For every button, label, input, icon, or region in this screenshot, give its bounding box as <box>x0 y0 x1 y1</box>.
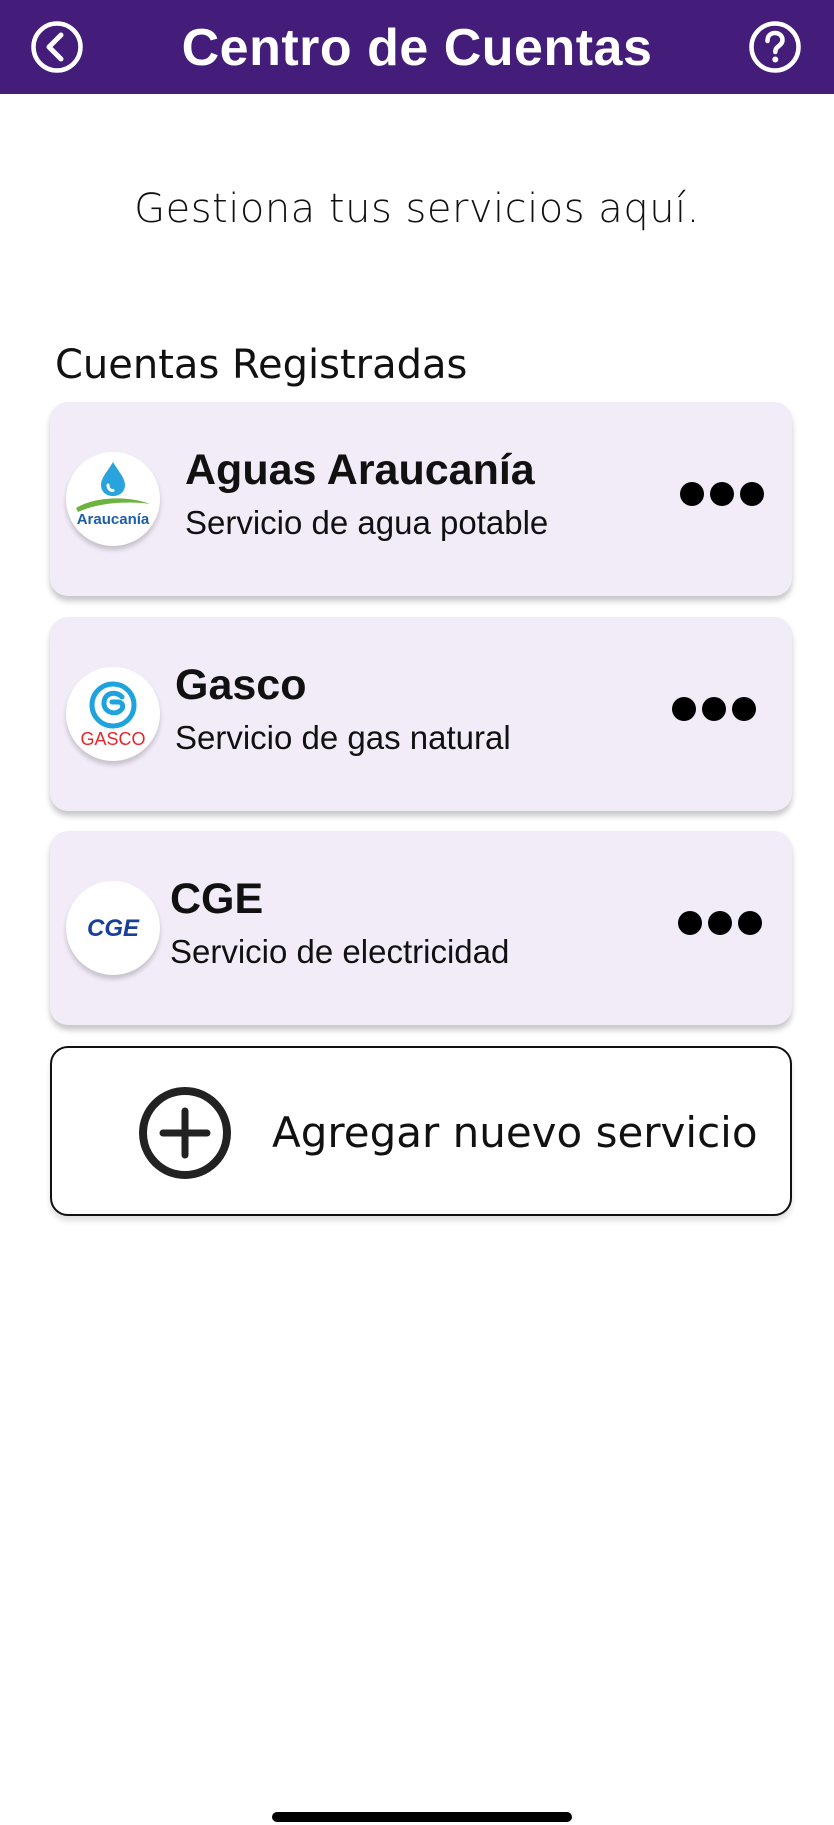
account-card-aguas-araucania[interactable]: Araucanía Aguas Araucanía Servicio de ag… <box>50 402 792 596</box>
account-name: Aguas Araucanía <box>185 446 535 494</box>
more-options-button[interactable] <box>672 697 756 721</box>
more-dot-icon <box>680 482 704 506</box>
more-dot-icon <box>678 911 702 935</box>
account-name: Gasco <box>175 661 307 709</box>
gasco-logo: GASCO <box>66 667 160 761</box>
water-drop-icon: Araucanía <box>76 462 150 528</box>
more-dot-icon <box>702 697 726 721</box>
page-title: Centro de Cuentas <box>181 19 653 77</box>
account-description: Servicio de gas natural <box>175 719 511 756</box>
more-options-button[interactable] <box>680 482 764 506</box>
add-service-label: Agregar nuevo servicio <box>272 1108 758 1157</box>
question-icon <box>749 21 801 73</box>
page-subtitle: Gestiona tus servicios aquí. <box>134 186 700 232</box>
more-dot-icon <box>672 697 696 721</box>
home-indicator[interactable] <box>272 1812 572 1822</box>
account-name: CGE <box>170 875 264 923</box>
app-header: Centro de Cuentas <box>0 0 834 94</box>
plus-circle-icon <box>138 1086 232 1185</box>
section-title: Cuentas Registradas <box>55 342 468 388</box>
account-card-cge[interactable]: CGE CGE Servicio de electricidad <box>50 831 792 1025</box>
account-description: Servicio de agua potable <box>185 504 549 541</box>
account-card-gasco[interactable]: GASCO Gasco Servicio de gas natural <box>50 617 792 811</box>
gasco-logo-text: GASCO <box>80 729 145 749</box>
cge-logo-text: CGE <box>87 915 140 942</box>
more-dot-icon <box>732 697 756 721</box>
cge-logo: CGE <box>66 881 160 975</box>
more-dot-icon <box>708 911 732 935</box>
aguas-araucania-logo: Araucanía <box>66 452 160 546</box>
help-button[interactable] <box>748 20 802 74</box>
gasco-swirl-icon: GASCO <box>80 681 146 749</box>
more-dot-icon <box>740 482 764 506</box>
account-description: Servicio de electricidad <box>170 933 510 970</box>
more-options-button[interactable] <box>678 911 762 935</box>
cge-logo-icon: CGE <box>87 915 140 942</box>
more-dot-icon <box>738 911 762 935</box>
aguas-logo-text: Araucanía <box>77 511 150 528</box>
add-service-button[interactable]: Agregar nuevo servicio <box>50 1046 792 1216</box>
more-dot-icon <box>710 482 734 506</box>
